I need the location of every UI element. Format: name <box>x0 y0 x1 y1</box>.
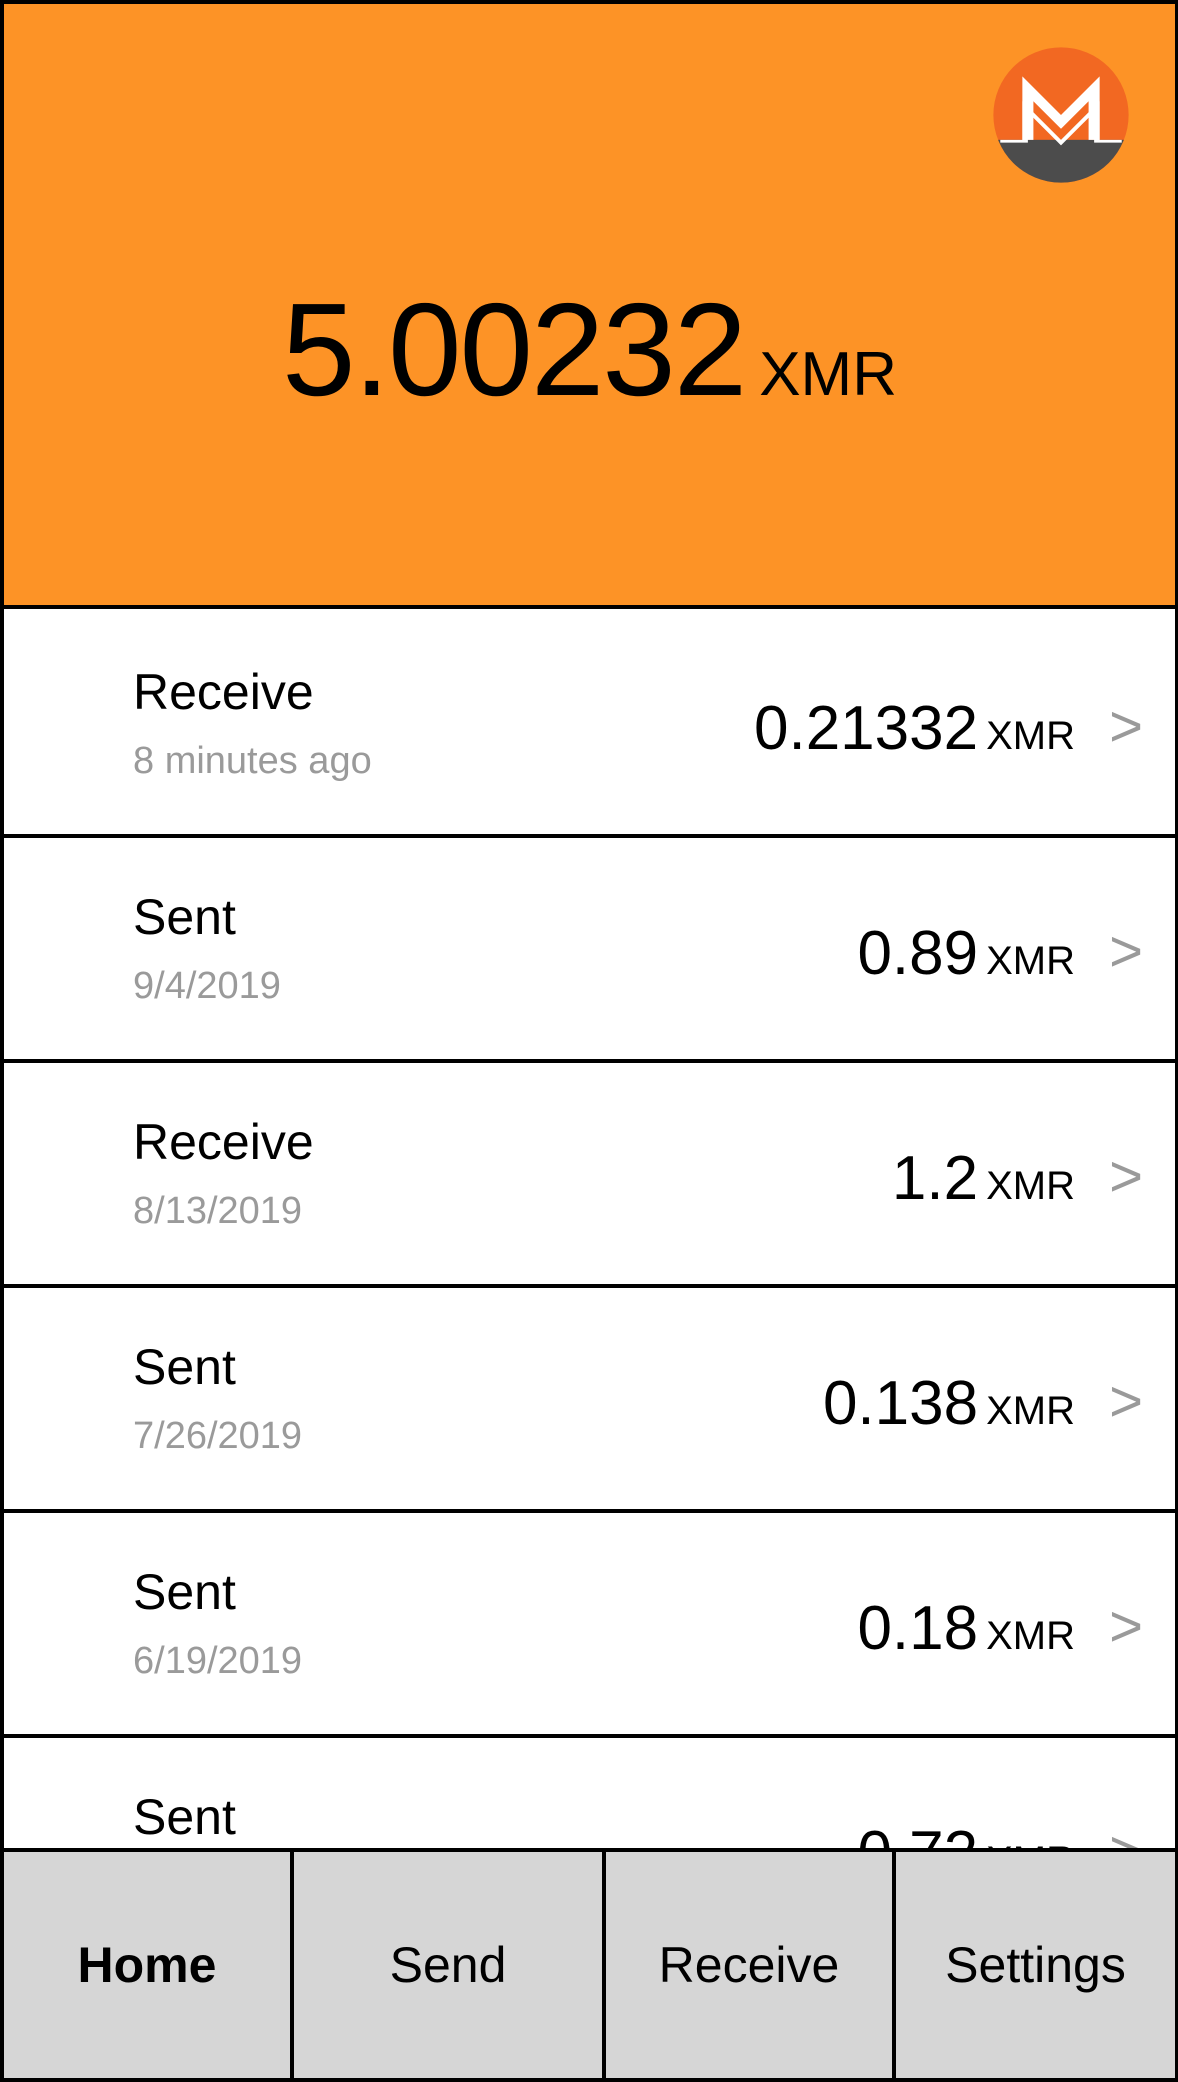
transaction-amount-value: 0.21332 <box>753 694 979 763</box>
transaction-amount: 0.18 XMR <box>857 1593 1075 1664</box>
transaction-amount: 0.21332 XMR <box>754 693 1075 764</box>
transaction-date: 9/4/2019 <box>133 965 281 1007</box>
transaction-type: Receive <box>133 664 314 720</box>
wallet-balance: 5.00232 XMR <box>4 274 1175 425</box>
balance-header: 5.00232 XMR <box>4 4 1175 609</box>
balance-unit: XMR <box>759 340 897 409</box>
tab-settings[interactable]: Settings <box>896 1852 1175 2078</box>
chevron-right-icon: > <box>1109 1144 1143 1209</box>
monero-logo-icon <box>993 47 1129 183</box>
transaction-type: Sent <box>133 1339 236 1395</box>
transaction-amount-value: 1.2 <box>891 1144 979 1213</box>
transaction-amount-unit: XMR <box>986 939 1075 983</box>
transaction-type: Receive <box>133 1114 314 1170</box>
balance-amount: 5.00232 <box>282 276 747 423</box>
transaction-row[interactable]: Receive 8/13/2019 1.2 XMR > <box>4 1063 1175 1288</box>
app-screen: 5.00232 XMR Receive 8 minutes ago 0.21332… <box>0 0 1178 2082</box>
tab-send[interactable]: Send <box>294 1852 606 2078</box>
transaction-amount-unit: XMR <box>986 1164 1075 1208</box>
transaction-amount-unit: XMR <box>986 714 1075 758</box>
transaction-row[interactable]: Sent 7/26/2019 0.138 XMR > <box>4 1288 1175 1513</box>
chevron-right-icon: > <box>1109 694 1143 759</box>
transaction-amount-unit: XMR <box>986 1389 1075 1433</box>
transaction-type: Sent <box>133 1789 236 1845</box>
tab-receive[interactable]: Receive <box>606 1852 896 2078</box>
transaction-row[interactable]: Sent 9/4/2019 0.89 XMR > <box>4 838 1175 1063</box>
transaction-date: 8/13/2019 <box>133 1190 303 1232</box>
chevron-right-icon: > <box>1109 1594 1143 1659</box>
transaction-date: 6/19/2019 <box>133 1640 303 1682</box>
transaction-type: Sent <box>133 889 236 945</box>
bottom-tab-bar: Home Send Receive Settings <box>4 1848 1175 2078</box>
transaction-amount-value: 0.138 <box>822 1369 979 1438</box>
transaction-row[interactable]: Receive 8 minutes ago 0.21332 XMR > <box>4 613 1175 838</box>
chevron-right-icon: > <box>1109 1369 1143 1434</box>
transaction-amount: 0.138 XMR <box>823 1368 1075 1439</box>
tab-home[interactable]: Home <box>4 1852 294 2078</box>
transaction-date: 7/26/2019 <box>133 1415 303 1457</box>
chevron-right-icon: > <box>1109 919 1143 984</box>
transaction-list: Receive 8 minutes ago 0.21332 XMR > Sent … <box>4 613 1175 1963</box>
transaction-amount-unit: XMR <box>986 1614 1075 1658</box>
transaction-amount-value: 0.18 <box>857 1594 979 1663</box>
transaction-amount: 1.2 XMR <box>892 1143 1075 1214</box>
transaction-type: Sent <box>133 1564 236 1620</box>
transaction-amount: 0.89 XMR <box>857 918 1075 989</box>
transaction-date: 8 minutes ago <box>133 740 372 782</box>
transaction-row[interactable]: Sent 6/19/2019 0.18 XMR > <box>4 1513 1175 1738</box>
transaction-amount-value: 0.89 <box>857 919 979 988</box>
